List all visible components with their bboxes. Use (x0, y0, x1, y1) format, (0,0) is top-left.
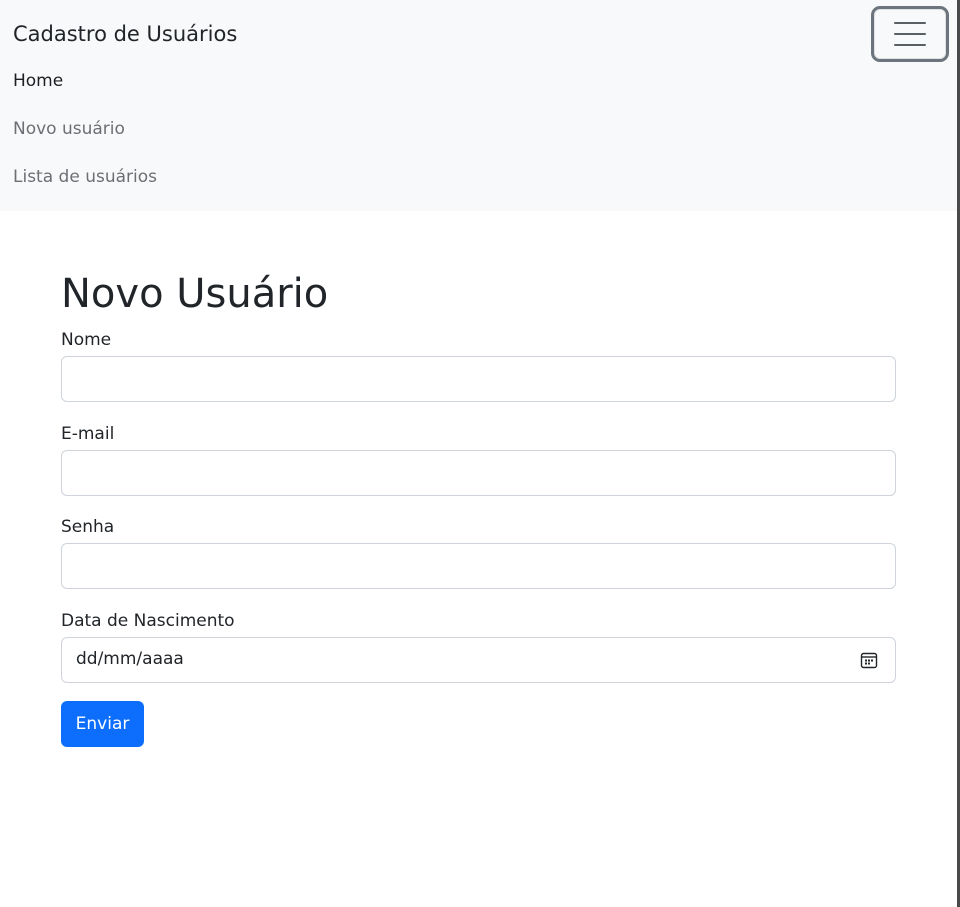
page-title: Novo Usuário (61, 271, 329, 317)
page: Cadastro de Usuários Home Novo usuário L… (0, 0, 960, 907)
data-nascimento-input[interactable]: dd/mm/aaaa (61, 637, 896, 683)
navbar-toggler-button[interactable] (871, 6, 949, 62)
nome-label: Nome (61, 330, 112, 350)
hamburger-icon (894, 22, 926, 46)
nav-link-home[interactable]: Home (13, 71, 63, 91)
email-label: E-mail (61, 424, 115, 444)
senha-label: Senha (61, 517, 115, 537)
nav-link-novo-usuario[interactable]: Novo usuário (13, 119, 125, 139)
data-nascimento-label: Data de Nascimento (61, 611, 235, 631)
nome-input[interactable] (61, 356, 896, 402)
calendar-icon[interactable] (860, 651, 878, 669)
senha-input[interactable] (61, 543, 896, 589)
main-content: Novo Usuário Nome E-mail Senha Data de N… (61, 268, 896, 747)
nav-link-lista-usuarios[interactable]: Lista de usuários (13, 167, 157, 187)
navbar: Cadastro de Usuários Home Novo usuário L… (0, 0, 957, 211)
navbar-brand[interactable]: Cadastro de Usuários (13, 22, 237, 46)
enviar-button[interactable]: Enviar (61, 701, 144, 747)
date-placeholder: dd/mm/aaaa (76, 649, 184, 669)
email-input[interactable] (61, 450, 896, 496)
